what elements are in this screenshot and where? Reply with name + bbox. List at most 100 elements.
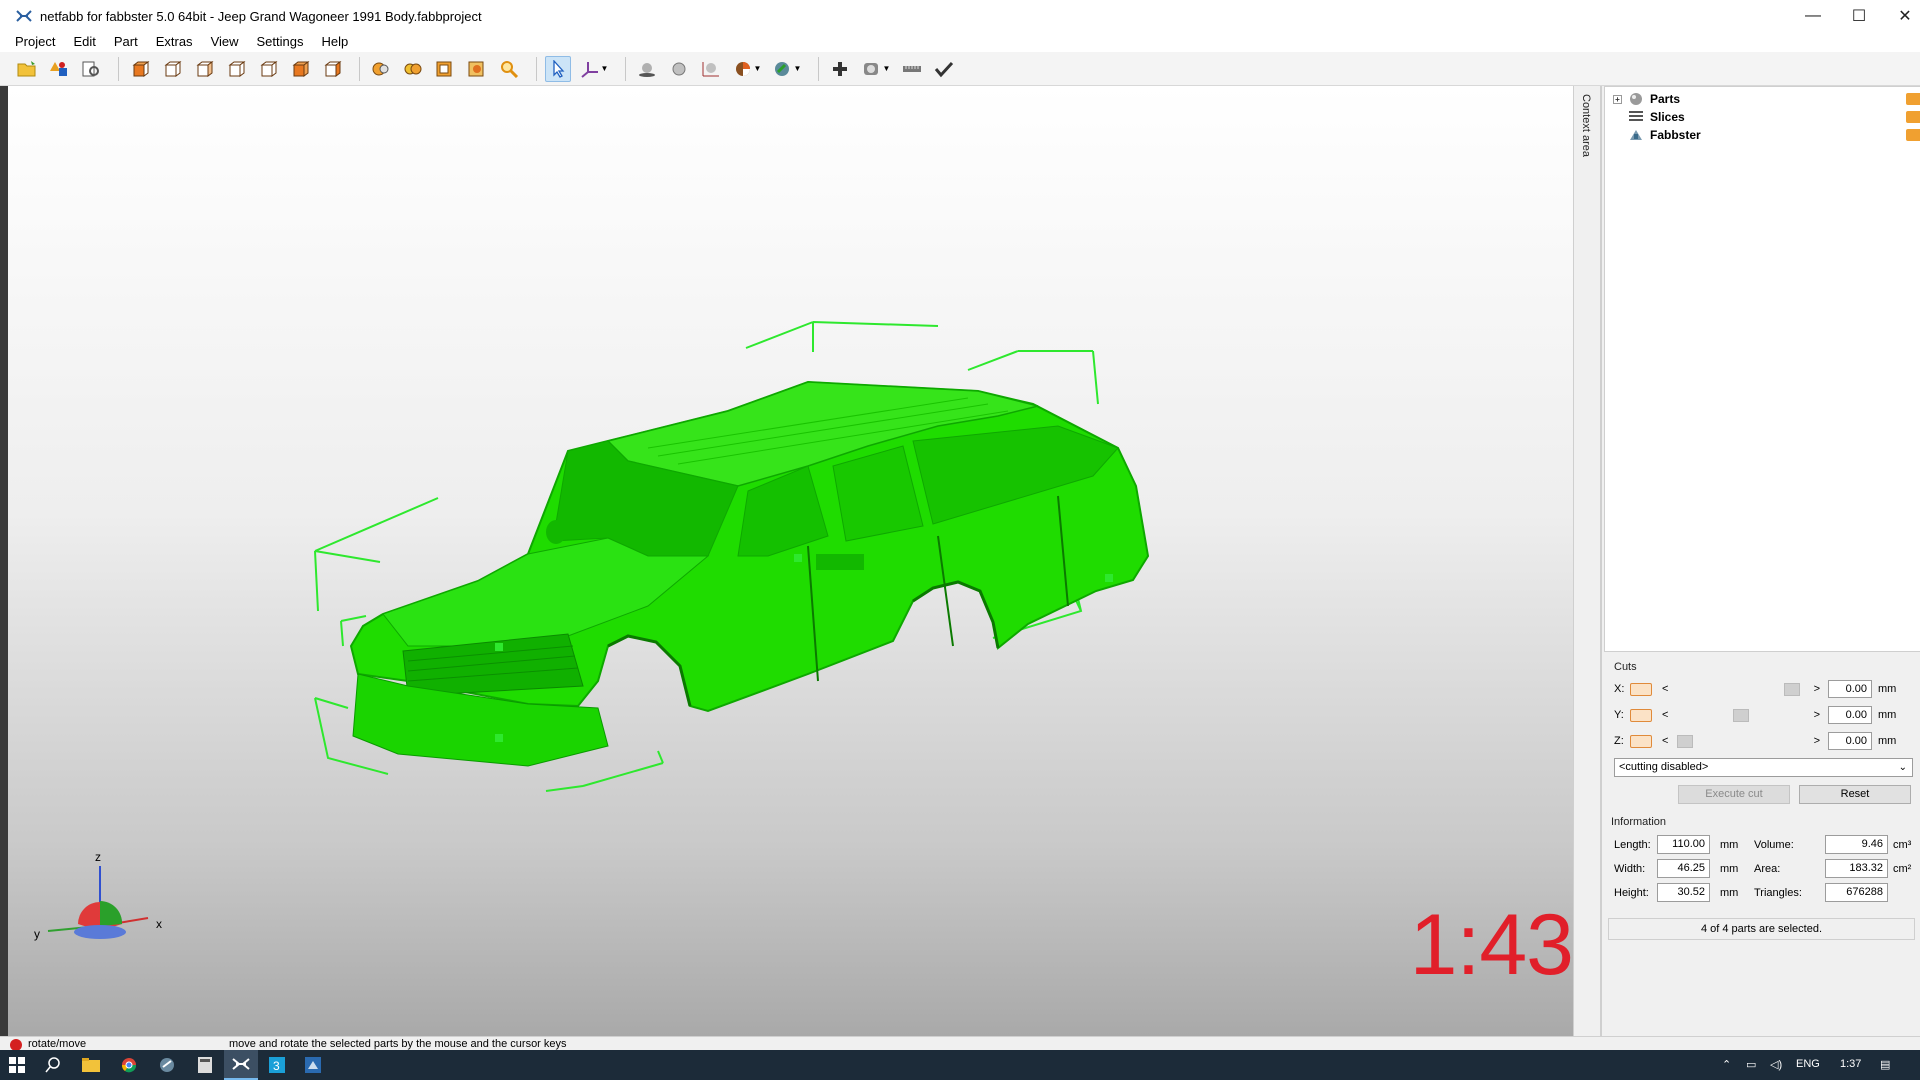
slider-right-arrow[interactable]: > <box>1814 735 1820 747</box>
jeep-body-model[interactable] <box>349 380 1150 767</box>
language-indicator[interactable]: ENG <box>1796 1058 1820 1070</box>
export-button[interactable]: ▼ <box>859 56 893 82</box>
context-area-tab[interactable]: Context area <box>1573 86 1601 1036</box>
checkmark-icon <box>934 61 954 77</box>
taskbar-file-explorer[interactable] <box>74 1050 108 1080</box>
parts-tag-icon[interactable] <box>1906 93 1920 105</box>
slider-right-arrow[interactable]: > <box>1814 709 1820 721</box>
cut-x-slider-thumb[interactable] <box>1784 683 1801 696</box>
zoom-all-button[interactable] <box>368 56 394 82</box>
taskbar-calculator[interactable] <box>188 1050 222 1080</box>
move-tool-button[interactable]: ▼ <box>577 56 611 82</box>
slider-left-arrow[interactable]: < <box>1662 709 1668 721</box>
select-tool-button[interactable] <box>545 55 571 82</box>
zoom-window-button[interactable] <box>464 56 490 82</box>
tree-item-slices[interactable]: Slices <box>1613 108 1685 126</box>
cut-y-slider[interactable]: < > <box>1662 707 1820 723</box>
cut-x-value-input[interactable]: 0.00 <box>1828 680 1872 698</box>
start-button[interactable] <box>0 1050 34 1080</box>
menu-part[interactable]: Part <box>105 32 147 52</box>
view-back-button[interactable] <box>159 56 185 82</box>
part-info-button[interactable] <box>78 56 104 82</box>
execute-cut-button[interactable]: Execute cut <box>1678 785 1790 804</box>
cut-x-unit: mm <box>1878 683 1897 695</box>
expand-icon[interactable]: + <box>1613 94 1622 104</box>
measure-button[interactable] <box>698 56 724 82</box>
area-value: 183.32 <box>1825 859 1888 878</box>
view-iso-button[interactable] <box>319 56 345 82</box>
cut-z-color-swatch[interactable] <box>1630 734 1652 748</box>
taskbar-netfabb[interactable] <box>224 1050 258 1080</box>
menu-edit[interactable]: Edit <box>64 32 104 52</box>
view-bottom-button[interactable] <box>287 56 313 82</box>
taskbar-app-3[interactable]: 3 <box>260 1050 294 1080</box>
menu-extras[interactable]: Extras <box>147 32 202 52</box>
slices-tag-icon[interactable] <box>1906 111 1920 123</box>
zoom-button[interactable] <box>496 56 522 82</box>
view-right-button[interactable] <box>223 56 249 82</box>
shading-button[interactable] <box>666 56 692 82</box>
fabbster-tag-icon[interactable] <box>1906 129 1920 141</box>
tree-item-parts[interactable]: + Parts <box>1613 90 1680 108</box>
cut-z-slider-thumb[interactable] <box>1676 735 1693 748</box>
cut-y-slider-thumb[interactable] <box>1733 709 1749 722</box>
repair-button[interactable]: ▼ <box>770 56 804 82</box>
zoom-selection-button[interactable] <box>400 56 426 82</box>
height-label: Height: <box>1614 887 1649 899</box>
area-unit: cm² <box>1893 863 1912 875</box>
tray-chevron-up-icon[interactable]: ⌃ <box>1722 1058 1731 1071</box>
add-button[interactable] <box>827 56 853 82</box>
taskbar-chrome[interactable] <box>112 1050 146 1080</box>
menu-settings[interactable]: Settings <box>248 32 313 52</box>
model-view[interactable]: z x y <box>8 86 1573 1036</box>
cut-x-row: X: < > 0.00 mm <box>1614 679 1914 699</box>
clock[interactable]: 1:37 <box>1840 1058 1861 1070</box>
cut-y-color-swatch[interactable] <box>1630 708 1652 722</box>
information-group-title: Information <box>1611 816 1667 828</box>
taskbar-app[interactable] <box>150 1050 184 1080</box>
zoom-platform-button[interactable] <box>432 56 458 82</box>
volume-value: 9.46 <box>1825 835 1888 854</box>
slider-left-arrow[interactable]: < <box>1662 683 1668 695</box>
3d-viewport[interactable]: z x y 1:43 <box>8 86 1573 1036</box>
open-project-button[interactable] <box>14 56 40 82</box>
search-button[interactable] <box>36 1050 70 1080</box>
taskbar-app-4[interactable] <box>296 1050 330 1080</box>
close-button[interactable]: ✕ <box>1882 0 1920 32</box>
reset-button[interactable]: Reset <box>1799 785 1911 804</box>
maximize-button[interactable]: ☐ <box>1836 0 1882 32</box>
apply-button[interactable] <box>931 56 957 82</box>
project-tree: + Parts Slices Fabbster <box>1604 86 1920 652</box>
plus-icon <box>833 61 847 76</box>
menu-project[interactable]: Project <box>6 32 64 52</box>
color-mode-button[interactable]: ▼ <box>730 56 764 82</box>
view-left-button[interactable] <box>191 56 217 82</box>
export-icon <box>863 62 878 75</box>
menu-help[interactable]: Help <box>313 32 358 52</box>
slider-right-arrow[interactable]: > <box>1814 683 1820 695</box>
volume-icon[interactable]: ◁) <box>1770 1058 1782 1071</box>
view-top-button[interactable] <box>255 56 281 82</box>
notifications-icon[interactable]: ▤ <box>1880 1058 1890 1071</box>
network-icon[interactable]: ▭ <box>1746 1058 1756 1071</box>
slider-left-arrow[interactable]: < <box>1662 735 1668 747</box>
cut-z-slider[interactable]: < > <box>1662 733 1820 749</box>
cut-x-slider[interactable]: < > <box>1662 681 1820 697</box>
menu-view[interactable]: View <box>202 32 248 52</box>
ruler-button[interactable] <box>899 56 925 82</box>
view-front-button[interactable] <box>127 56 153 82</box>
cut-x-color-swatch[interactable] <box>1630 682 1652 696</box>
add-part-button[interactable] <box>46 56 72 82</box>
cut-z-value-input[interactable]: 0.00 <box>1828 732 1872 750</box>
length-unit: mm <box>1720 839 1739 851</box>
app-4-icon <box>305 1057 321 1073</box>
cut-mode-select[interactable]: <cutting disabled> ⌄ <box>1614 758 1913 777</box>
cube-bottom-icon <box>292 60 310 77</box>
tree-item-fabbster[interactable]: Fabbster <box>1613 126 1701 144</box>
cube-right-icon <box>228 60 246 77</box>
width-label: Width: <box>1614 863 1646 875</box>
platform-button[interactable] <box>634 56 660 82</box>
cut-y-value-input[interactable]: 0.00 <box>1828 706 1872 724</box>
minimize-button[interactable]: — <box>1790 0 1836 32</box>
cursor-icon <box>553 59 565 78</box>
